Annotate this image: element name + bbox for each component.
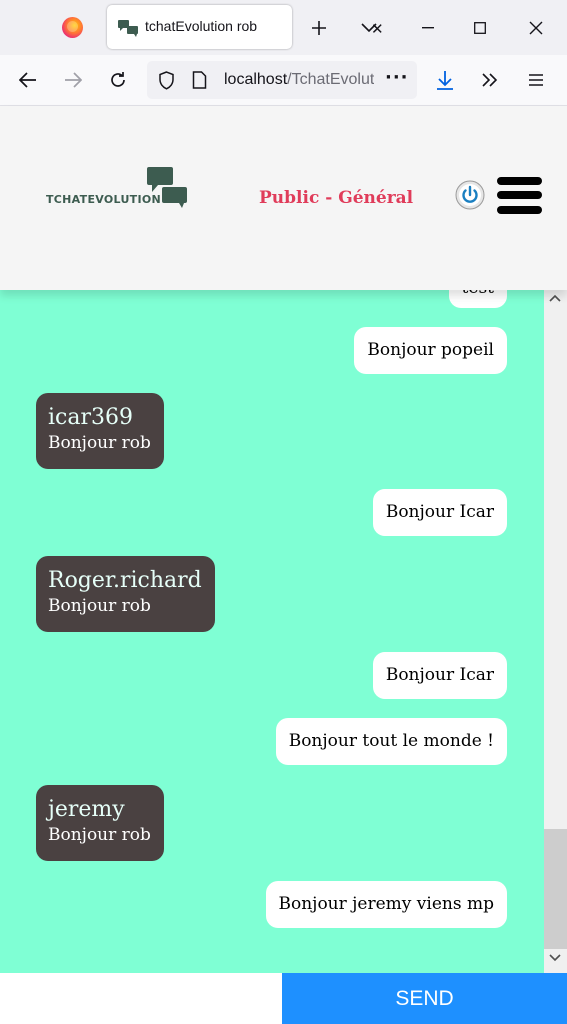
firefox-icon[interactable] <box>62 17 83 38</box>
message-text: Bonjour rob <box>48 596 151 616</box>
message-outgoing: Bonjour Icar <box>372 652 507 699</box>
overflow-icon[interactable] <box>473 63 507 97</box>
message-input[interactable] <box>0 973 282 1024</box>
room-title: Public - Général <box>259 188 414 208</box>
menu-icon[interactable] <box>519 63 553 97</box>
message-incoming: Roger.richard Bonjour rob <box>36 556 215 632</box>
shield-icon[interactable] <box>158 71 175 90</box>
message-outgoing: Bonjour Icar <box>372 489 507 536</box>
tab-favicon <box>118 20 138 37</box>
message-username: icar369 <box>48 405 133 430</box>
scrollbar-thumb[interactable] <box>544 829 567 949</box>
message-outgoing: Bonjour jeremy viens mp <box>265 881 507 928</box>
message-text: Bonjour rob <box>48 433 151 453</box>
message-text: Bonjour tout le monde ! <box>288 731 494 751</box>
message-composer: SEND <box>0 973 567 1024</box>
message-text: Bonjour rob <box>48 825 151 845</box>
message-text: Bonjour Icar <box>385 502 494 522</box>
maximize-icon[interactable] <box>464 12 496 44</box>
message-outgoing: Bonjour tout le monde ! <box>275 718 507 765</box>
more-icon[interactable]: ··· <box>385 67 409 88</box>
hamburger-menu-icon[interactable] <box>497 175 542 215</box>
reload-icon[interactable] <box>101 63 135 97</box>
scroll-up-icon[interactable] <box>549 294 561 302</box>
send-button[interactable]: SEND <box>282 973 567 1024</box>
forward-icon[interactable] <box>56 63 90 97</box>
tab-title: tchatEvolution rob <box>145 18 258 34</box>
message-outgoing: Bonjour popeil <box>354 327 507 374</box>
download-icon[interactable] <box>428 63 462 97</box>
back-icon[interactable] <box>11 63 45 97</box>
message-text: Bonjour Icar <box>385 665 494 685</box>
logo-text[interactable]: TCHATEVOLUTION <box>46 193 161 206</box>
power-icon[interactable] <box>455 180 485 210</box>
window-close-icon[interactable] <box>520 12 552 44</box>
url-host: localhost <box>224 71 288 88</box>
minimize-icon[interactable] <box>412 12 444 44</box>
url-bar[interactable]: localhost/TchatEvolution ··· <box>147 61 417 99</box>
message-incoming: jeremy Bonjour rob <box>36 785 164 861</box>
new-tab-icon[interactable] <box>303 12 335 44</box>
chat-bubbles-icon <box>147 167 187 208</box>
message-username: Roger.richard <box>48 568 202 593</box>
message-username: jeremy <box>48 797 125 822</box>
chat-messages[interactable]: test Bonjour popeil icar369 Bonjour rob … <box>0 290 544 973</box>
chat-scrollbar[interactable] <box>544 290 567 973</box>
app-header: TCHATEVOLUTION Public - Général <box>0 106 567 290</box>
message-text: Bonjour popeil <box>367 340 494 360</box>
browser-tab[interactable]: tchatEvolution rob ✕ <box>107 5 384 49</box>
browser-nav-bar: localhost/TchatEvolution ··· <box>0 55 567 106</box>
message-incoming: icar369 Bonjour rob <box>36 393 164 469</box>
scroll-down-icon[interactable] <box>549 954 561 962</box>
tab-list-icon[interactable] <box>353 12 385 44</box>
message-outgoing: test <box>448 290 507 308</box>
message-text: Bonjour jeremy viens mp <box>278 894 495 914</box>
url-path: /TchatEvolution <box>287 71 374 88</box>
message-text: test <box>462 290 494 298</box>
browser-tab-strip: tchatEvolution rob ✕ <box>0 0 567 55</box>
page-icon[interactable] <box>192 71 207 89</box>
url-text[interactable]: localhost/TchatEvolution <box>224 71 374 89</box>
